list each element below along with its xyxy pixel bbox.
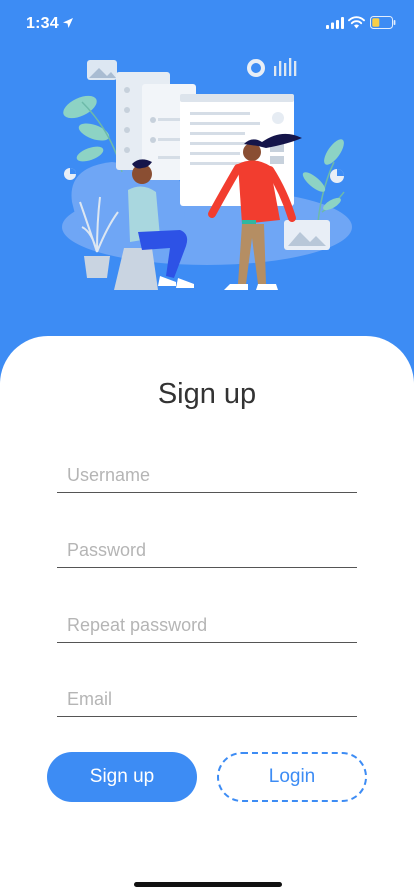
wifi-icon xyxy=(348,16,365,29)
email-field[interactable] xyxy=(57,689,357,710)
hero-illustration xyxy=(62,58,352,290)
home-indicator[interactable] xyxy=(134,882,282,887)
signup-button[interactable]: Sign up xyxy=(47,752,197,802)
username-field[interactable] xyxy=(57,465,357,486)
cellular-signal-icon xyxy=(326,17,344,29)
page-title: Sign up xyxy=(157,378,257,410)
password-field[interactable] xyxy=(57,540,357,561)
signup-card: Sign up Sign up Login xyxy=(0,336,414,896)
email-field-wrapper xyxy=(57,666,357,717)
status-bar: 1:34 xyxy=(0,0,414,48)
username-field-wrapper xyxy=(57,442,357,493)
repeat-password-field[interactable] xyxy=(57,615,357,636)
battery-low-icon xyxy=(370,16,396,29)
password-field-wrapper xyxy=(57,517,357,568)
status-time: 1:34 xyxy=(26,15,59,32)
repeat-password-field-wrapper xyxy=(57,592,357,643)
location-arrow-icon xyxy=(63,18,73,28)
login-button[interactable]: Login xyxy=(217,752,367,802)
